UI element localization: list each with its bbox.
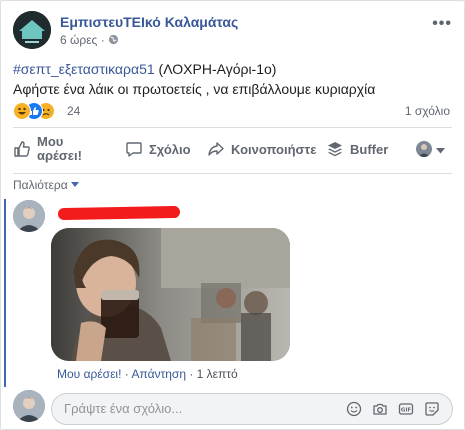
buffer-stack-icon: [328, 142, 342, 157]
meta-dot: ·: [100, 33, 109, 47]
post-time[interactable]: 6 ώρες: [60, 33, 97, 47]
comment-sort-dropdown[interactable]: Παλιότερα: [13, 178, 79, 192]
comment-icon: [126, 142, 142, 157]
comment-button[interactable]: Σχόλιο: [125, 133, 191, 165]
comment-label: Σχόλιο: [149, 141, 191, 157]
emoji-icon[interactable]: [346, 401, 362, 417]
comment-count[interactable]: 1 σχόλιο: [405, 104, 450, 118]
comment-photo[interactable]: [51, 228, 290, 361]
post-header: ΕμπιστευΤΕΙκό Καλαμάτας 6 ώρες · •••: [13, 11, 452, 51]
composer-avatar[interactable]: [13, 390, 45, 422]
comments-section: Παλιότερα Μου αρέσει! · Απάντηση · 1 λεπ…: [1, 173, 464, 429]
sep-1: ·: [121, 367, 132, 381]
post-line-2: Αφήστε ένα λάικ οι πρωτοετείς , να επιβά…: [13, 81, 376, 97]
hashtag-link[interactable]: #σεπτ_εξεταστικαρα51: [13, 61, 155, 77]
thumbs-up-icon: [14, 141, 30, 157]
comment-like-link[interactable]: Μου αρέσει!: [57, 367, 121, 381]
audience-selector[interactable]: [416, 133, 451, 165]
haha-reaction-icon[interactable]: [13, 102, 31, 120]
page-name[interactable]: ΕμπιστευΤΕΙκό Καλαμάτας: [60, 14, 238, 30]
globe-icon: [108, 33, 119, 47]
buffer-button[interactable]: Buffer: [326, 133, 388, 165]
user-avatar-small: [416, 141, 432, 157]
redacted-commenter-name: [57, 205, 181, 221]
share-label: Κοινοποιήστε: [231, 141, 317, 157]
svg-text:GIF: GIF: [401, 408, 412, 414]
post-card: ΕμπιστευΤΕΙκό Καλαμάτας 6 ώρες · ••• #σε…: [0, 0, 465, 430]
comment-input[interactable]: [62, 400, 336, 417]
reaction-count[interactable]: 24: [67, 104, 80, 118]
post-line-1-text: (ΛΟΧΡΗ-Αγόρι-1ο): [154, 61, 277, 77]
caret-down-icon: [70, 182, 79, 187]
like-label: Μου αρέσει!: [37, 135, 82, 163]
share-button[interactable]: Κοινοποιήστε: [207, 133, 316, 165]
action-bar: Μου αρέσει! Σχόλιο Κοινοποιήστε Buffer: [13, 133, 452, 165]
comment-actions: Μου αρέσει! · Απάντηση · 1 λεπτό: [57, 367, 238, 381]
sticker-icon[interactable]: [424, 401, 440, 417]
comment-composer[interactable]: GIF: [51, 393, 453, 425]
more-options-icon[interactable]: •••: [432, 15, 452, 33]
page-avatar[interactable]: [13, 11, 51, 49]
new-comment-indicator: [4, 199, 6, 387]
post-text: #σεπτ_εξεταστικαρα51 (ΛΟΧΡΗ-Αγόρι-1ο) Αφ…: [13, 59, 452, 99]
post-line-1: #σεπτ_εξεταστικαρα51 (ΛΟΧΡΗ-Αγόρι-1ο): [13, 59, 452, 79]
caret-down-icon: [436, 142, 451, 157]
like-button[interactable]: Μου αρέσει!: [13, 133, 82, 165]
sort-label: Παλιότερα: [13, 178, 68, 192]
like-label-line1: Μου: [37, 134, 64, 149]
comment-time[interactable]: 1 λεπτό: [197, 367, 238, 381]
share-arrow-icon: [208, 142, 224, 156]
divider-comments: [13, 173, 452, 174]
post-meta: 6 ώρες ·: [60, 33, 119, 47]
buffer-label: Buffer: [350, 141, 389, 157]
camera-icon[interactable]: [372, 401, 388, 417]
like-label-line2: αρέσει!: [37, 148, 82, 163]
sep-2: ·: [186, 367, 197, 381]
divider-top: [13, 127, 452, 128]
commenter-avatar[interactable]: [13, 200, 45, 232]
reactions-bar: 24 1 σχόλιο: [13, 102, 452, 122]
gif-icon[interactable]: GIF: [398, 401, 414, 417]
comment-reply-link[interactable]: Απάντηση: [131, 367, 186, 381]
